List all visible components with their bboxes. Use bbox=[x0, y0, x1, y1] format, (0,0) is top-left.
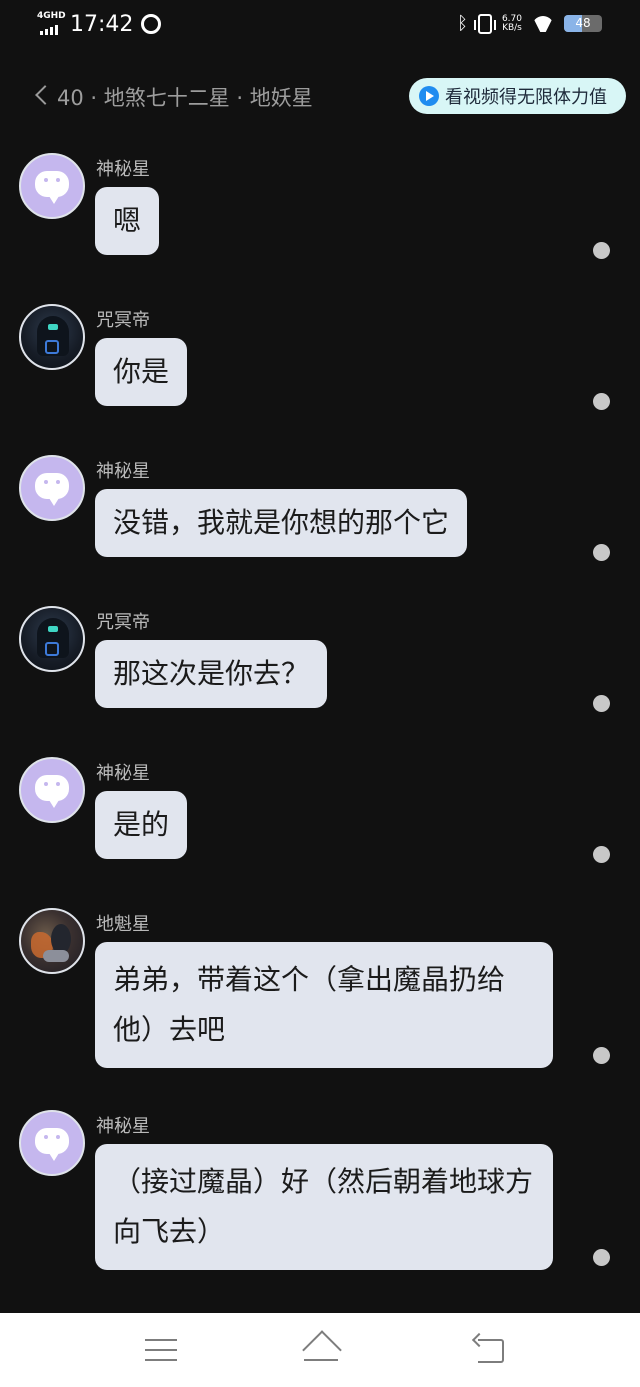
message-bubble: 那这次是你去？ bbox=[95, 640, 328, 708]
hooded-figure-avatar[interactable] bbox=[19, 606, 85, 672]
battery-icon: 48 bbox=[564, 15, 602, 32]
vibrate-icon bbox=[473, 13, 496, 34]
message-bubble: 没错，我就是你想的那个它 bbox=[95, 489, 468, 557]
message-bubble: 你是 bbox=[95, 338, 188, 406]
back-button[interactable] bbox=[32, 80, 54, 110]
play-icon bbox=[419, 86, 439, 106]
message-bubble: 是的 bbox=[95, 791, 188, 859]
message-bubble: 弟弟，带着这个（拿出魔晶扔给他）去吧 bbox=[95, 942, 553, 1068]
sender-name: 神秘星 bbox=[96, 159, 150, 180]
message-bubble: （接过魔晶）好（然后朝着地球方向飞去） bbox=[95, 1144, 553, 1270]
sender-name: 咒冥帝 bbox=[96, 310, 150, 331]
network-speed: 6.70 KB/s bbox=[501, 13, 522, 33]
mystery-bubble-avatar[interactable] bbox=[19, 1110, 85, 1176]
mystery-bubble-avatar[interactable] bbox=[19, 455, 85, 521]
cellular-signal-icon: 4GHD bbox=[36, 11, 66, 37]
wifi-icon bbox=[532, 16, 554, 32]
message-bubble: 嗯 bbox=[95, 187, 160, 255]
message-status-dot bbox=[593, 846, 610, 863]
watch-video-button[interactable]: 看视频得无限体力值 bbox=[409, 78, 626, 114]
mystery-bubble-avatar[interactable] bbox=[19, 153, 85, 219]
message-status-dot bbox=[593, 1249, 610, 1266]
status-time: 17:42 bbox=[70, 11, 134, 37]
message-status-dot bbox=[593, 242, 610, 259]
watch-video-label: 看视频得无限体力值 bbox=[445, 87, 607, 108]
network-type: 4GHD bbox=[37, 11, 66, 21]
system-nav-bar bbox=[0, 1313, 640, 1387]
chapter-title: 40 · 地煞七十二星 · 地妖星 bbox=[57, 86, 313, 110]
sender-name: 神秘星 bbox=[96, 1116, 150, 1137]
mystery-bubble-avatar[interactable] bbox=[19, 757, 85, 823]
hooded-figure-avatar[interactable] bbox=[19, 304, 85, 370]
sender-name: 地魁星 bbox=[96, 914, 150, 935]
sender-name: 咒冥帝 bbox=[96, 612, 150, 633]
system-back-button[interactable] bbox=[472, 1335, 504, 1363]
chat-header: 40 · 地煞七十二星 · 地妖星 看视频得无限体力值 bbox=[0, 72, 640, 120]
message-status-dot bbox=[593, 695, 610, 712]
message-status-dot bbox=[593, 393, 610, 410]
status-bar: 4GHD 17:42 ᛒ 6.70 KB/s 48 bbox=[0, 0, 640, 50]
home-button[interactable] bbox=[300, 1333, 342, 1365]
bluetooth-icon: ᛒ bbox=[457, 13, 468, 34]
recent-apps-button[interactable] bbox=[145, 1339, 177, 1361]
illustrated-character-avatar[interactable] bbox=[19, 908, 85, 974]
message-status-dot bbox=[593, 544, 610, 561]
sender-name: 神秘星 bbox=[96, 461, 150, 482]
sender-name: 神秘星 bbox=[96, 763, 150, 784]
message-status-dot bbox=[593, 1047, 610, 1064]
app-notification-icon bbox=[141, 14, 162, 34]
